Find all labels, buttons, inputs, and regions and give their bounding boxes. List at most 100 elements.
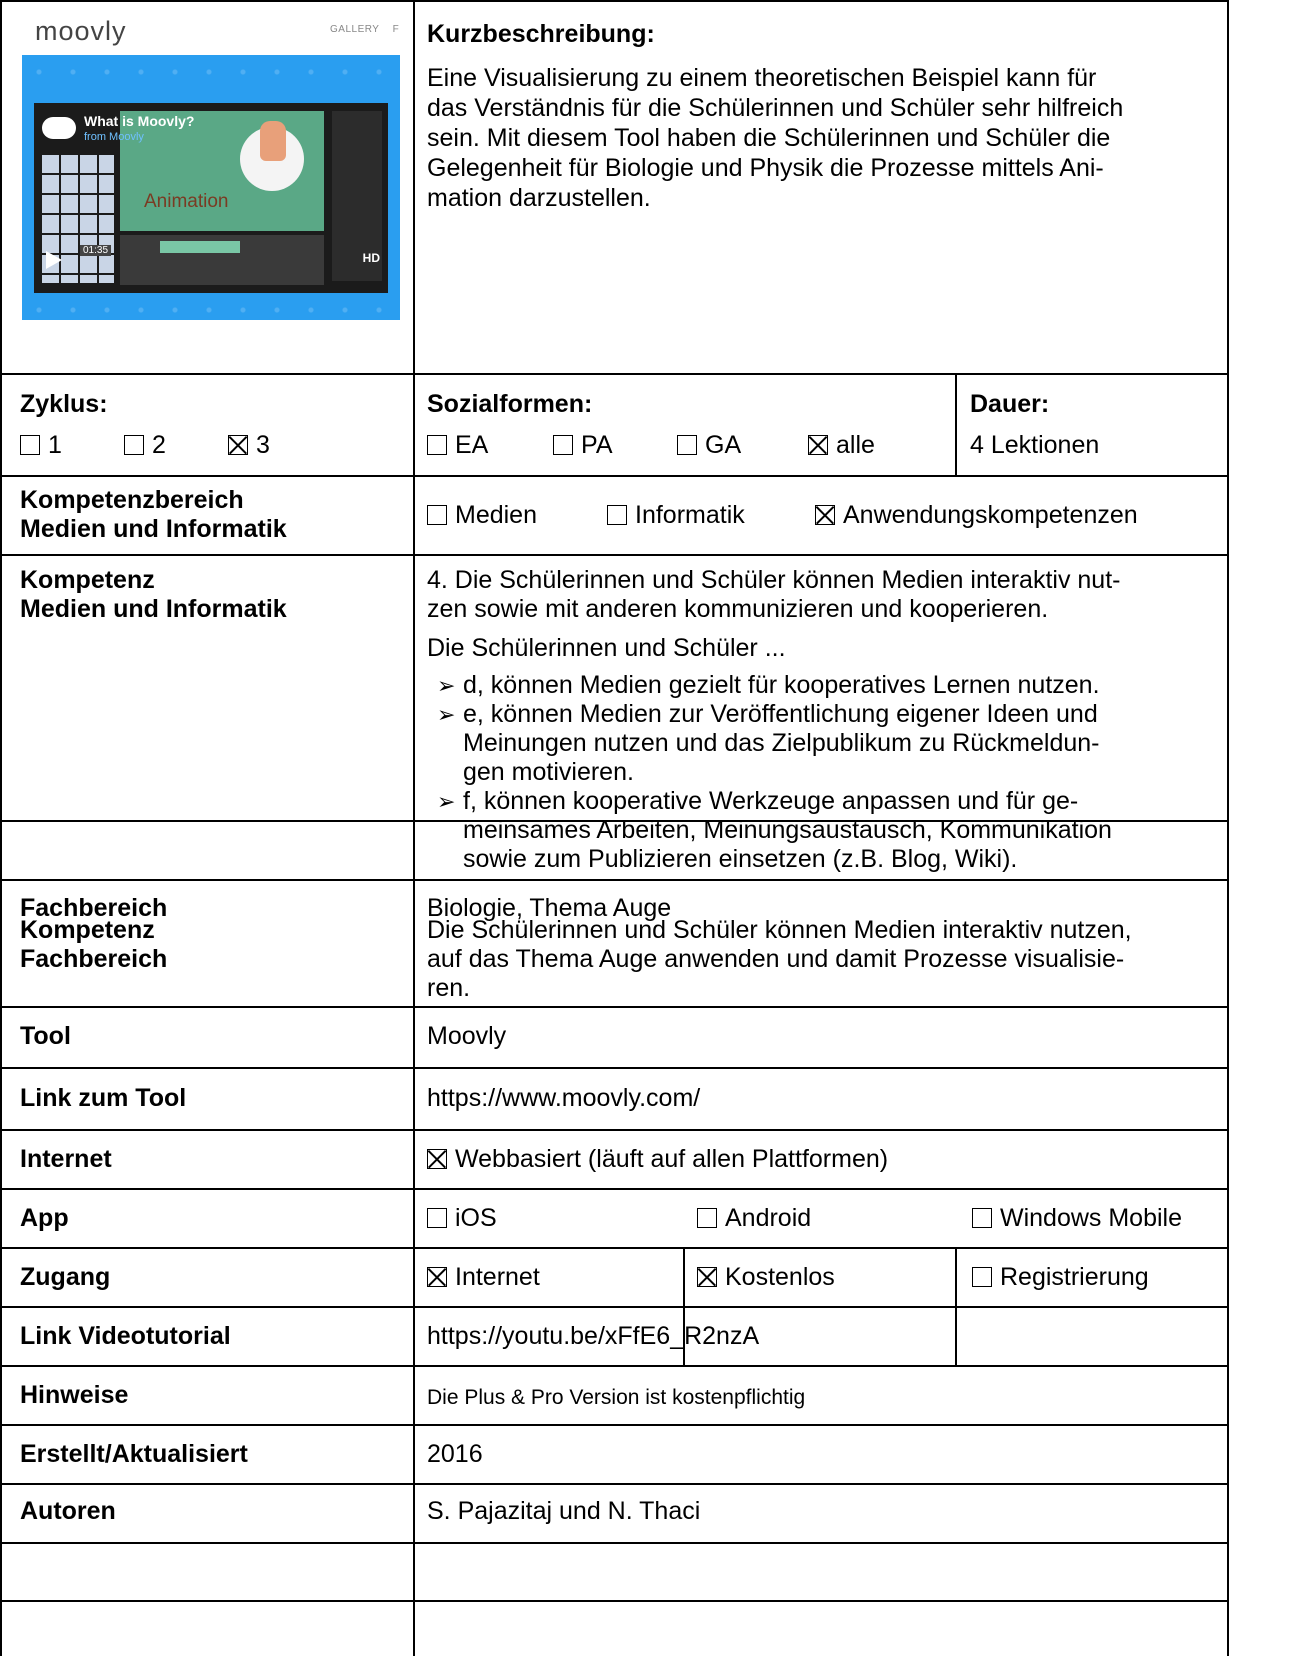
internet-option-webbasiert[interactable]: Webbasiert (läuft auf allen Plattformen) (427, 1145, 888, 1174)
kompetenzbereich-option-medien[interactable]: Medien (427, 501, 537, 530)
description-line: mation darzustellen. (427, 184, 651, 212)
video-time: 01:35 (80, 245, 112, 256)
checkbox-empty-icon[interactable] (124, 435, 144, 455)
rule (955, 373, 957, 475)
checkbox-empty-icon[interactable] (607, 505, 627, 525)
rule (0, 1006, 1229, 1008)
kompetenz-fb-label-2: Fachbereich (20, 945, 168, 973)
checkbox-empty-icon[interactable] (427, 435, 447, 455)
rule (0, 1306, 1229, 1308)
kompetenz-mi-bullet-cont: meinsames Arbeiten, Meinungsaustausch, K… (463, 816, 1112, 844)
rule (0, 1129, 1229, 1131)
sozialform-option-ga[interactable]: GA (677, 431, 741, 460)
kompetenz-mi-bullet: d, können Medien gezielt für kooperative… (463, 671, 1100, 699)
stage-word: Animation (144, 191, 229, 212)
arrow-bullet-icon: ➢ (437, 673, 456, 698)
kompetenz-fb-line: Die Schülerinnen und Schüler können Medi… (427, 916, 1132, 944)
sozialformen-label: Sozialformen: (427, 390, 593, 418)
autoren-label: Autoren (20, 1497, 116, 1525)
tool-value: Moovly (427, 1022, 507, 1050)
sozialform-option-alle[interactable]: alle (808, 431, 875, 460)
moovly-icon (42, 117, 76, 139)
checkbox-empty-icon[interactable] (427, 1208, 447, 1228)
checkbox-checked-icon[interactable] (427, 1267, 447, 1287)
checkbox-empty-icon[interactable] (972, 1267, 992, 1287)
rule (0, 1542, 1229, 1544)
kompetenz-mi-bullet-cont: sowie zum Publizieren einsetzen (z.B. Bl… (463, 845, 1018, 873)
erstellt-value: 2016 (427, 1440, 483, 1468)
autoren-value: S. Pajazitaj und N. Thaci (427, 1497, 701, 1525)
video-preview-image: Animation What is Moovly? from Moovly 01… (22, 55, 400, 320)
video-stage: Animation (120, 111, 324, 231)
checkbox-checked-icon[interactable] (815, 505, 835, 525)
kompetenz-mi-label: Kompetenz (20, 566, 155, 594)
kompetenz-mi-intro: 4. Die Schülerinnen und Schüler können M… (427, 566, 1121, 594)
rule (0, 1365, 1229, 1367)
rule (0, 1247, 1229, 1249)
zugang-option-kostenlos[interactable]: Kostenlos (697, 1263, 835, 1292)
hinweise-label: Hinweise (20, 1381, 129, 1409)
rule (0, 1600, 1229, 1602)
kompetenzbereich-label-2: Medien und Informatik (20, 515, 287, 543)
dauer-value: 4 Lektionen (970, 431, 1100, 459)
zyklus-label: Zyklus: (20, 390, 108, 418)
sozialform-option-pa[interactable]: PA (553, 431, 613, 460)
tool-sheet: moovly GALLERY F Animation What is Moovl… (0, 0, 1293, 1656)
sozialform-option-ea[interactable]: EA (427, 431, 488, 460)
checkbox-empty-icon[interactable] (427, 505, 447, 525)
rule (0, 475, 1229, 477)
description-line: sein. Mit diesem Tool haben die Schüleri… (427, 124, 1111, 152)
rule (413, 0, 415, 1656)
link-tool-label: Link zum Tool (20, 1084, 187, 1112)
hd-badge: HD (362, 251, 380, 265)
zugang-label: Zugang (20, 1263, 111, 1291)
gallery-link: GALLERY F (330, 24, 400, 35)
arrow-bullet-icon: ➢ (437, 789, 456, 814)
rule (955, 1247, 957, 1365)
checkbox-checked-icon[interactable] (228, 435, 248, 455)
dauer-label: Dauer: (970, 390, 1050, 418)
checkbox-checked-icon[interactable] (808, 435, 828, 455)
rule (0, 0, 1229, 2)
rule (0, 373, 1229, 375)
kompetenz-mi-bullet: e, können Medien zur Veröffentlichung ei… (463, 700, 1098, 728)
checkbox-empty-icon[interactable] (677, 435, 697, 455)
zyklus-option-1[interactable]: 1 (20, 431, 62, 460)
checkbox-checked-icon[interactable] (697, 1267, 717, 1287)
kompetenz-mi-label-2: Medien und Informatik (20, 595, 287, 623)
link-tool-url[interactable]: https://www.moovly.com/ (427, 1084, 700, 1113)
checkbox-empty-icon[interactable] (697, 1208, 717, 1228)
kompetenz-mi-bullet-cont: gen motivieren. (463, 758, 634, 786)
tool-label: Tool (20, 1022, 71, 1050)
kompetenz-mi-bullet: f, können kooperative Werkzeuge anpassen… (463, 787, 1079, 815)
arrow-bullet-icon: ➢ (437, 702, 456, 727)
rule (0, 1188, 1229, 1190)
kompetenz-mi-lead: Die Schülerinnen und Schüler ... (427, 634, 786, 662)
checkbox-empty-icon[interactable] (20, 435, 40, 455)
video-subtitle: from Moovly (84, 131, 144, 143)
zugang-option-internet[interactable]: Internet (427, 1263, 540, 1292)
rule (0, 1424, 1229, 1426)
kompetenz-fb-label: Kompetenz (20, 916, 155, 944)
description-line: Eine Visualisierung zu einem theoretisch… (427, 64, 1097, 92)
link-video-url[interactable]: https://youtu.be/xFfE6_R2nzA (427, 1322, 759, 1351)
description-line: das Verständnis für die Schülerinnen und… (427, 94, 1124, 122)
zyklus-option-2[interactable]: 2 (124, 431, 166, 460)
app-option-android[interactable]: Android (697, 1204, 811, 1233)
kompetenz-mi-intro: zen sowie mit anderen kommunizieren und … (427, 595, 1049, 623)
kompetenz-fb-line: ren. (427, 974, 471, 1002)
erstellt-label: Erstellt/Aktualisiert (20, 1440, 248, 1468)
app-option-windows-mobile[interactable]: Windows Mobile (972, 1204, 1182, 1233)
checkbox-checked-icon[interactable] (427, 1149, 447, 1169)
zyklus-option-3[interactable]: 3 (228, 431, 270, 460)
rule (0, 0, 2, 1656)
checkbox-empty-icon[interactable] (972, 1208, 992, 1228)
checkbox-empty-icon[interactable] (553, 435, 573, 455)
rule (0, 879, 1229, 881)
app-label: App (20, 1204, 69, 1232)
kompetenzbereich-option-informatik[interactable]: Informatik (607, 501, 745, 530)
kompetenzbereich-option-anwendung[interactable]: Anwendungskompetenzen (815, 501, 1138, 530)
app-option-ios[interactable]: iOS (427, 1204, 497, 1233)
zugang-option-registrierung[interactable]: Registrierung (972, 1263, 1149, 1292)
description-heading: Kurzbeschreibung: (427, 20, 655, 48)
